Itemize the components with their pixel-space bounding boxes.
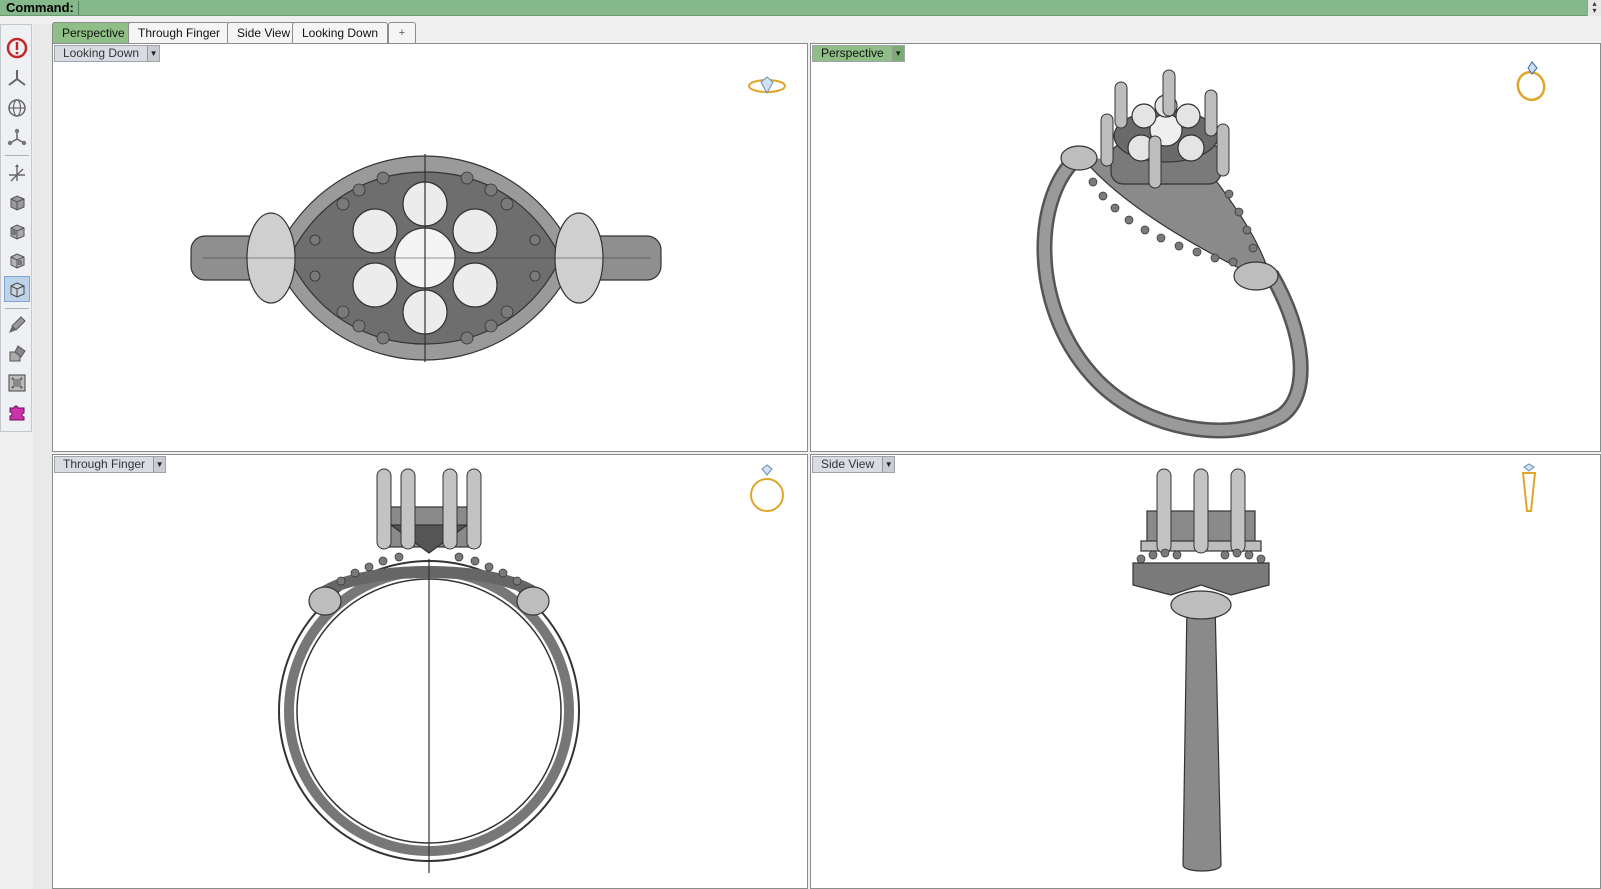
viewport-label-looking-down[interactable]: Looking Down ▼ [54, 45, 161, 62]
cube-view-1-icon[interactable] [4, 189, 30, 215]
command-bar: Command: ▴ ▾ [0, 0, 1601, 16]
viewport-menu-dropdown[interactable]: ▼ [882, 457, 895, 472]
viewport-title: Through Finger [63, 457, 146, 471]
axis-icon[interactable] [4, 65, 30, 91]
ring-front-view-icon[interactable] [747, 463, 787, 520]
viewport-through-finger[interactable]: Through Finger ▼ [52, 454, 808, 889]
settings-puzzle-icon[interactable] [4, 399, 30, 425]
viewport-title: Looking Down [63, 46, 140, 60]
globe-icon[interactable] [4, 95, 30, 121]
ring-front-view-model [278, 468, 580, 873]
rhinogold-logo-icon[interactable] [4, 35, 30, 61]
left-panel-strip [33, 24, 52, 889]
viewport-label-through-finger[interactable]: Through Finger ▼ [54, 456, 167, 473]
ring-top-view-icon[interactable] [747, 74, 787, 103]
cube-view-4-icon[interactable] [4, 276, 30, 302]
ring-side-view-model [1132, 468, 1270, 872]
viewport-looking-down[interactable]: Looking Down ▼ [52, 43, 808, 452]
paint-brush-icon[interactable] [4, 312, 30, 338]
command-label: Command: [6, 0, 74, 15]
tab-perspective[interactable]: Perspective [52, 22, 135, 43]
left-toolbar [0, 24, 32, 432]
viewport-label-perspective[interactable]: Perspective ▼ [812, 45, 905, 62]
render-box-icon[interactable] [4, 370, 30, 396]
viewport-title: Side View [821, 457, 875, 471]
add-tab-button[interactable]: + [388, 22, 416, 43]
ring-side-view-icon[interactable] [1517, 463, 1541, 524]
toolbar-divider [5, 155, 29, 156]
viewport-title: Perspective [821, 46, 884, 60]
axes-move-icon[interactable] [4, 160, 30, 186]
ring-top-view-model [190, 154, 662, 362]
cube-view-2-icon[interactable] [4, 218, 30, 244]
tab-side-view[interactable]: Side View [227, 22, 301, 43]
tab-looking-down[interactable]: Looking Down [292, 22, 389, 43]
viewport-perspective[interactable]: Perspective ▼ [810, 43, 1601, 452]
viewport-side-view[interactable]: Side View ▼ [810, 454, 1601, 889]
toolbar-divider [5, 308, 29, 309]
ring-perspective-model [1036, 69, 1309, 439]
nodes-icon[interactable] [4, 124, 30, 150]
viewport-label-side-view[interactable]: Side View ▼ [812, 456, 896, 473]
tab-through-finger[interactable]: Through Finger [128, 22, 231, 43]
command-scroll[interactable]: ▴ ▾ [1587, 0, 1601, 16]
ring-perspective-icon[interactable] [1511, 56, 1551, 111]
material-icon[interactable] [4, 341, 30, 367]
viewport-menu-dropdown[interactable]: ▼ [153, 457, 166, 472]
command-input[interactable] [78, 1, 1583, 15]
viewport-menu-dropdown[interactable]: ▼ [891, 46, 904, 61]
cube-view-3-icon[interactable] [4, 247, 30, 273]
viewport-menu-dropdown[interactable]: ▼ [147, 46, 160, 61]
